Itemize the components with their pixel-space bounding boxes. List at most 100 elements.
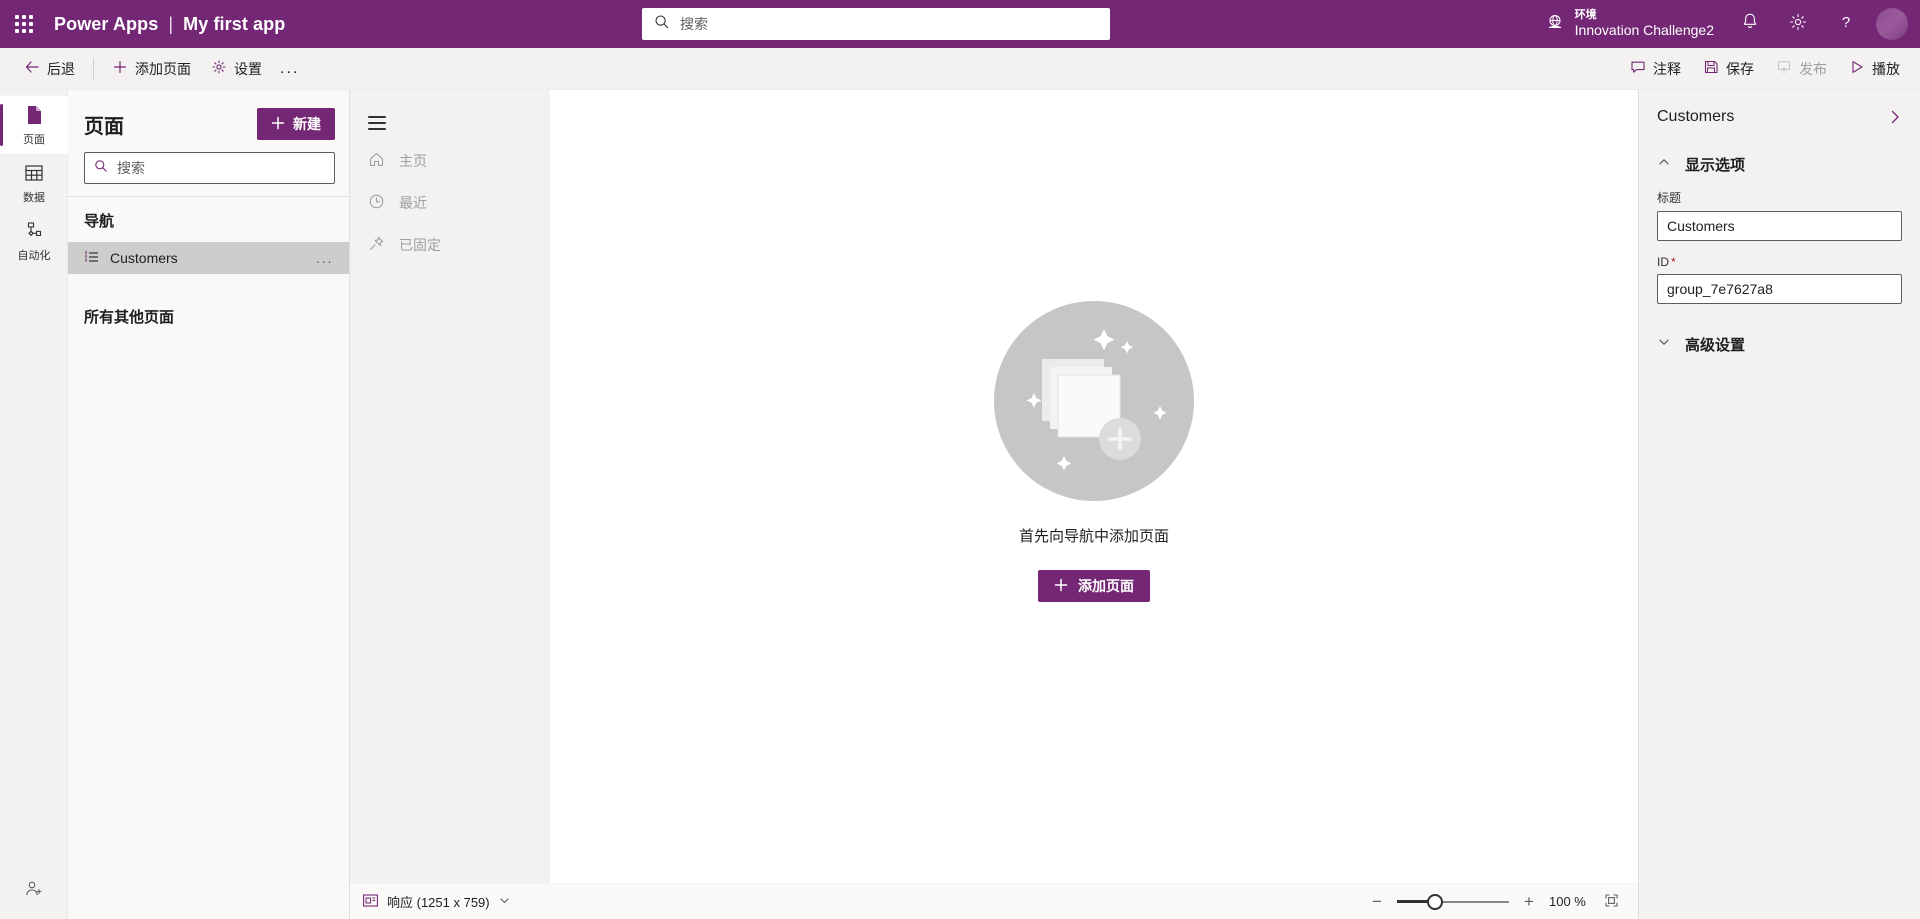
sidebar-item-pages-label: 页面	[23, 135, 45, 146]
avatar[interactable]	[1876, 8, 1908, 40]
environment-text: 环境 Innovation Challenge2	[1575, 9, 1714, 38]
sidebar-item-data[interactable]: 数据	[0, 154, 68, 212]
preview-item-recent[interactable]: 最近	[350, 182, 550, 224]
properties-title: Customers	[1657, 108, 1734, 126]
command-bar-right: 注释 保存 发布 播放	[1620, 53, 1910, 85]
sidebar-item-automation[interactable]: 自动化	[0, 212, 68, 270]
save-button[interactable]: 保存	[1693, 53, 1764, 85]
add-page-button-label: 添加页面	[1078, 576, 1134, 596]
sidebar-item-pages[interactable]: 页面	[0, 96, 68, 154]
arrow-left-icon	[24, 59, 40, 78]
app-preview-sidenav: 主页 最近 已固定	[350, 90, 550, 883]
advanced-settings-section[interactable]: 高级设置	[1639, 314, 1920, 365]
display-options-section[interactable]: 显示选项	[1639, 144, 1920, 185]
add-person-button[interactable]	[0, 863, 67, 919]
fit-to-screen-icon[interactable]	[1603, 892, 1620, 912]
publish-label: 发布	[1799, 59, 1827, 79]
search-input[interactable]: 搜索	[84, 152, 335, 184]
plus-icon	[1054, 578, 1068, 595]
chevron-up-icon	[1657, 155, 1671, 174]
zoom-slider-thumb[interactable]	[1427, 894, 1443, 910]
pages-panel-header: 页面 新建	[68, 90, 349, 152]
plus-icon	[112, 59, 128, 78]
screen-size-label: 响应 (1251 x 759)	[387, 892, 490, 911]
gear-icon	[211, 59, 227, 78]
global-search-placeholder: 搜索	[680, 14, 708, 34]
save-icon	[1703, 59, 1719, 78]
canvas-inner: 主页 最近 已固定	[350, 90, 1638, 883]
publish-button[interactable]: 发布	[1766, 53, 1837, 85]
hamburger-icon[interactable]	[350, 106, 396, 140]
pages-search-wrapper: 搜索	[68, 152, 349, 196]
settings-command[interactable]: 设置	[201, 53, 272, 85]
zoom-out-button[interactable]: −	[1369, 893, 1385, 910]
settings-label: 设置	[234, 59, 262, 79]
left-rail: 页面 数据 自动化	[0, 90, 68, 919]
pin-icon	[368, 235, 385, 255]
app-name: My first app	[183, 14, 285, 35]
title-input[interactable]	[1657, 211, 1902, 241]
gear-icon	[1788, 12, 1808, 37]
header-right-group: 环境 Innovation Challenge2 ?	[1539, 0, 1920, 48]
preview-item-recent-label: 最近	[399, 193, 427, 213]
clock-icon	[368, 193, 385, 213]
chevron-down-icon	[498, 894, 511, 910]
play-button[interactable]: 播放	[1839, 53, 1910, 85]
properties-header: Customers	[1639, 90, 1920, 144]
save-label: 保存	[1726, 59, 1754, 79]
brand-area[interactable]: Power Apps | My first app	[54, 14, 285, 35]
environment-selector[interactable]: 环境 Innovation Challenge2	[1539, 0, 1726, 48]
command-separator	[93, 58, 94, 80]
environment-name: Innovation Challenge2	[1575, 22, 1714, 39]
chevron-down-icon	[1657, 335, 1671, 354]
svg-text:?: ?	[1842, 14, 1850, 31]
list-item-overflow-button[interactable]: ...	[310, 250, 339, 267]
other-pages-section-title: 所有其他页面	[68, 274, 349, 338]
publish-icon	[1776, 59, 1792, 78]
list-item-label: Customers	[110, 250, 300, 266]
empty-state: 首先向导航中添加页面 添加页面	[994, 301, 1194, 602]
add-page-button[interactable]: 添加页面	[1038, 570, 1150, 602]
flow-icon	[23, 220, 45, 247]
product-name: Power Apps	[54, 14, 158, 35]
app-header: Power Apps | My first app 搜索	[0, 0, 1920, 48]
waffle-icon	[15, 15, 33, 33]
list-item-customers[interactable]: Customers ...	[68, 242, 349, 274]
preview-item-pinned-label: 已固定	[399, 235, 441, 255]
search-icon	[654, 14, 670, 35]
bell-icon	[1740, 12, 1760, 37]
designer-body: 页面 数据 自动化 页面	[0, 90, 1920, 919]
add-page-command[interactable]: 添加页面	[102, 53, 201, 85]
preview-item-home[interactable]: 主页	[350, 140, 550, 182]
zoom-percent-label: 100 %	[1549, 894, 1591, 909]
preview-item-pinned[interactable]: 已固定	[350, 224, 550, 266]
environment-label: 环境	[1575, 9, 1714, 22]
id-field-group: ID*	[1639, 251, 1920, 314]
id-field-label: ID*	[1657, 255, 1902, 269]
zoom-in-button[interactable]: +	[1521, 893, 1537, 910]
page-title: 页面	[84, 110, 124, 139]
new-page-button[interactable]: 新建	[257, 108, 335, 140]
help-button[interactable]: ?	[1822, 0, 1870, 48]
command-overflow-button[interactable]: ...	[272, 53, 307, 85]
chevron-right-icon[interactable]	[1886, 108, 1904, 126]
comment-icon	[1630, 59, 1646, 78]
sidebar-item-data-label: 数据	[23, 193, 45, 204]
settings-button[interactable]	[1774, 0, 1822, 48]
new-page-label: 新建	[293, 114, 321, 134]
id-input[interactable]	[1657, 274, 1902, 304]
display-options-label: 显示选项	[1685, 154, 1745, 175]
canvas-surface[interactable]: 首先向导航中添加页面 添加页面	[550, 90, 1638, 883]
global-search-box[interactable]: 搜索	[642, 8, 1110, 40]
screen-size-selector[interactable]: 响应 (1251 x 759)	[362, 892, 511, 912]
back-button[interactable]: 后退	[14, 53, 85, 85]
notifications-button[interactable]	[1726, 0, 1774, 48]
zoom-slider[interactable]	[1397, 894, 1509, 910]
required-indicator: *	[1671, 255, 1676, 269]
app-launcher-button[interactable]	[0, 0, 48, 48]
home-icon	[368, 151, 385, 171]
comments-button[interactable]: 注释	[1620, 53, 1691, 85]
title-field-group: 标题	[1639, 185, 1920, 251]
table-icon	[23, 162, 45, 189]
title-field-label: 标题	[1657, 189, 1902, 206]
